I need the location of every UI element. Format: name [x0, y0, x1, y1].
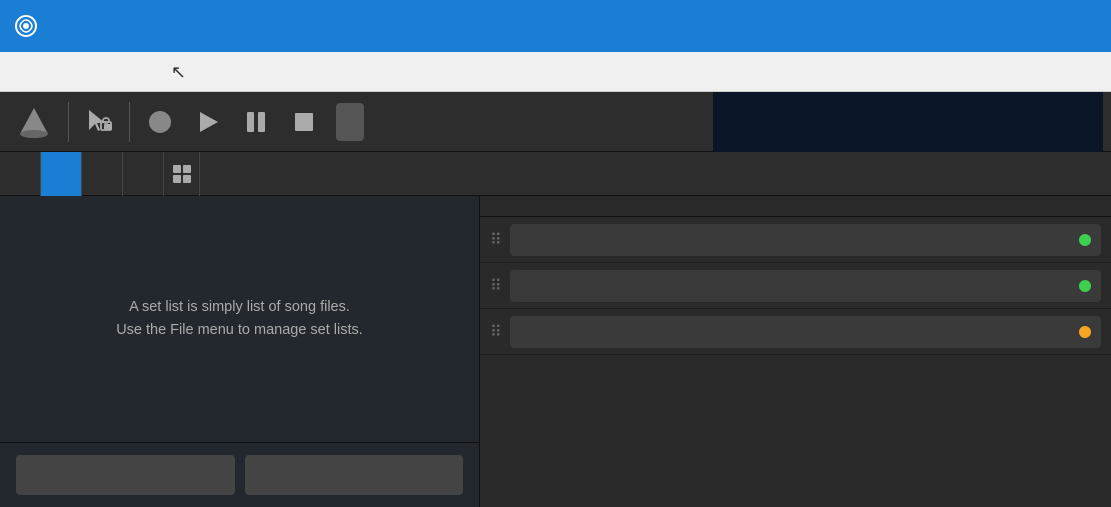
menu-state[interactable]: ↖: [136, 66, 168, 78]
select-lock-icon: [85, 108, 113, 136]
setlist-info-text: A set list is simply list of song files.…: [116, 296, 363, 342]
list-item: ⠿: [480, 263, 1111, 309]
main-content: A set list is simply list of song files.…: [0, 196, 1111, 507]
input-ports-header: [480, 196, 1111, 217]
toolbar: [0, 92, 1111, 152]
menu-help[interactable]: [240, 66, 272, 78]
drag-handle-icon[interactable]: ⠿: [490, 276, 502, 296]
list-item: ⠿: [480, 217, 1111, 263]
left-panel: A set list is simply list of song files.…: [0, 196, 480, 507]
play-button[interactable]: [186, 100, 230, 144]
pause-icon: [242, 108, 270, 136]
toolbar-sep-2: [129, 102, 130, 142]
menu-bar: ↖: [0, 52, 1111, 92]
tab-monitor[interactable]: [123, 152, 164, 196]
record-icon: [146, 108, 174, 136]
menu-tools[interactable]: [208, 66, 240, 78]
metronome-button[interactable]: [336, 103, 364, 141]
list-item: ⠿: [480, 309, 1111, 355]
play-icon: [194, 108, 222, 136]
menu-control[interactable]: [168, 66, 208, 78]
tab-recordings[interactable]: [0, 152, 41, 196]
menu-insert[interactable]: [104, 66, 136, 78]
tab-setlist[interactable]: [41, 152, 82, 196]
action-buttons-area: [0, 442, 479, 507]
status-dot-green: [1079, 280, 1091, 292]
transport-display: [713, 92, 1103, 152]
drag-handle-icon[interactable]: ⠿: [490, 322, 502, 342]
ok-got-it-button[interactable]: [16, 455, 235, 495]
setlist-info: A set list is simply list of song files.…: [0, 196, 479, 442]
cone-icon: [16, 104, 52, 140]
record-button[interactable]: [138, 100, 182, 144]
port-list: ⠿ ⠿ ⠿: [480, 217, 1111, 355]
cantabile-icon: [14, 14, 38, 38]
right-panel: ⠿ ⠿ ⠿: [480, 196, 1111, 507]
menu-file[interactable]: [8, 66, 40, 78]
grid-icon: [172, 164, 192, 184]
title-bar: [0, 0, 1111, 52]
tab-states[interactable]: [82, 152, 123, 196]
menu-view[interactable]: [72, 66, 104, 78]
port-onscreen-keyboard[interactable]: [510, 270, 1101, 302]
stop-icon: [290, 108, 318, 136]
select-button[interactable]: [77, 100, 121, 144]
tab-grid-button[interactable]: [164, 152, 200, 196]
pause-button[interactable]: [234, 100, 278, 144]
drag-handle-icon[interactable]: ⠿: [490, 230, 502, 250]
port-main-microphone[interactable]: [510, 316, 1101, 348]
port-main-keyboard[interactable]: [510, 224, 1101, 256]
status-dot-green: [1079, 234, 1091, 246]
logo-button[interactable]: [8, 100, 60, 144]
menu-edit[interactable]: [40, 66, 72, 78]
tell-me-more-button[interactable]: [245, 455, 464, 495]
tab-bar: [0, 152, 1111, 196]
status-dot-orange: [1079, 326, 1091, 338]
stop-button[interactable]: [282, 100, 326, 144]
toolbar-sep-1: [68, 102, 69, 142]
